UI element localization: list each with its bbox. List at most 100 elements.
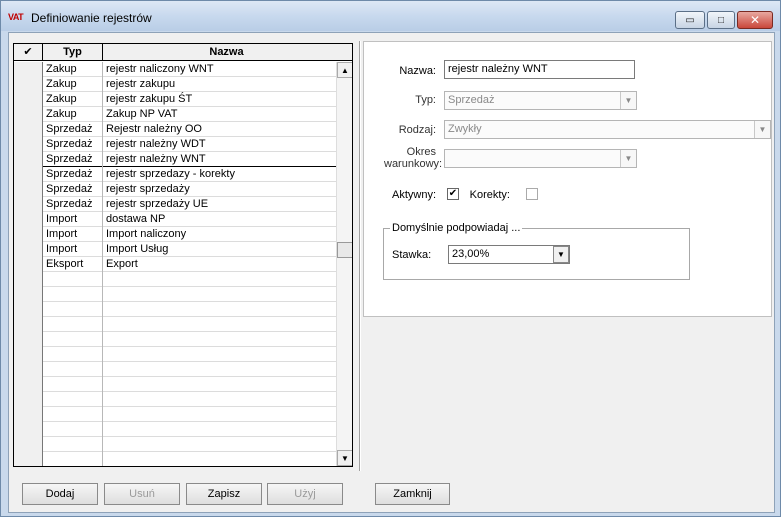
cell-typ: Sprzedaż — [43, 197, 103, 212]
cell-typ: Sprzedaż — [43, 182, 103, 197]
row-selector[interactable] — [14, 77, 43, 92]
table-row[interactable]: Zakup rejestr zakupu — [14, 77, 336, 92]
aktywny-label: Aktywny: — [391, 189, 436, 201]
empty-row — [14, 407, 336, 422]
empty-cell — [43, 452, 103, 466]
row-selector[interactable] — [14, 137, 43, 152]
cell-typ: Zakup — [43, 77, 103, 92]
chevron-down-icon: ▼ — [754, 121, 770, 138]
table-row[interactable]: Import Import naliczony — [14, 227, 336, 242]
empty-cell — [14, 422, 43, 437]
empty-cell — [43, 317, 103, 332]
cell-nazwa: Import naliczony — [106, 228, 187, 240]
empty-cell — [14, 377, 43, 392]
column-header-typ[interactable]: Typ — [43, 44, 103, 61]
table-row[interactable]: Import Import Usług — [14, 242, 336, 257]
typ-label: Typ: — [415, 94, 436, 106]
table-row[interactable]: Sprzedaż rejestr należny WNT — [14, 152, 336, 167]
dodaj-button[interactable]: Dodaj — [22, 483, 98, 505]
uzyj-button[interactable]: Użyj — [267, 483, 343, 505]
row-selector[interactable] — [14, 227, 43, 242]
scroll-up-button[interactable]: ▲ — [337, 62, 352, 78]
row-selector[interactable] — [14, 212, 43, 227]
cell-typ: Zakup — [43, 92, 103, 107]
table-row[interactable]: Zakup rejestr zakupu ŚT — [14, 92, 336, 107]
row-selector[interactable] — [14, 167, 43, 182]
defaults-group-title: Domyślnie podpowiadaj ... — [390, 222, 523, 234]
row-selector[interactable] — [14, 62, 43, 77]
empty-cell — [103, 377, 336, 392]
vertical-scrollbar[interactable]: ▲ ▼ — [336, 62, 352, 466]
cell-nazwa: Rejestr należny OO — [106, 123, 202, 135]
chevron-down-icon[interactable]: ▼ — [553, 246, 569, 263]
scroll-down-button[interactable]: ▼ — [337, 450, 352, 466]
splitter[interactable] — [359, 41, 361, 471]
row-selector[interactable] — [14, 107, 43, 122]
table-row[interactable]: Sprzedaż rejestr sprzedazy - korekty — [14, 167, 336, 182]
cell-nazwa: rejestr zakupu ŚT — [106, 93, 193, 105]
empty-cell — [14, 392, 43, 407]
row-selector[interactable] — [14, 257, 43, 272]
registers-grid[interactable]: ✔ Typ Nazwa Zakup rejestr naliczony WNT Za… — [13, 43, 353, 467]
check-icon[interactable]: ✔ — [14, 44, 43, 61]
close-window-button[interactable]: ✕ — [737, 11, 773, 29]
korekty-checkbox[interactable] — [526, 188, 538, 200]
aktywny-checkbox[interactable]: ✔ — [447, 188, 459, 200]
empty-cell — [43, 272, 103, 287]
table-row[interactable]: Sprzedaż rejestr sprzedaży — [14, 182, 336, 197]
scrollbar-thumb[interactable] — [337, 242, 352, 258]
cell-nazwa: dostawa NP — [106, 213, 166, 225]
title-bar[interactable]: VAT Definiowanie rejestrów ▭ □ ✕ — [1, 1, 780, 31]
row-selector[interactable] — [14, 92, 43, 107]
column-header-nazwa[interactable]: Nazwa — [103, 44, 350, 61]
empty-cell — [14, 332, 43, 347]
empty-cell — [103, 437, 336, 452]
empty-cell — [14, 407, 43, 422]
main-window: VAT Definiowanie rejestrów ▭ □ ✕ ✔ Typ N… — [0, 0, 781, 517]
cell-typ: Sprzedaż — [43, 137, 103, 152]
row-selector[interactable] — [14, 197, 43, 212]
maximize-button[interactable]: □ — [707, 11, 735, 29]
chevron-down-icon: ▼ — [620, 150, 636, 167]
grid-header: ✔ Typ Nazwa — [14, 44, 352, 61]
typ-value: Sprzedaż — [448, 94, 495, 106]
cell-typ: Sprzedaż — [43, 122, 103, 137]
minimize-button[interactable]: ▭ — [675, 11, 705, 29]
close-icon: ✕ — [749, 13, 761, 27]
zapisz-button[interactable]: Zapisz — [186, 483, 262, 505]
cell-typ: Import — [43, 212, 103, 227]
table-row[interactable]: Zakup rejestr naliczony WNT — [14, 62, 336, 77]
empty-cell — [14, 317, 43, 332]
row-selector[interactable] — [14, 242, 43, 257]
cell-nazwa: Zakup NP VAT — [106, 108, 178, 120]
empty-cell — [103, 362, 336, 377]
row-selector[interactable] — [14, 122, 43, 137]
table-row[interactable]: Sprzedaż rejestr sprzedaży UE — [14, 197, 336, 212]
table-row[interactable]: Sprzedaż rejestr należny WDT — [14, 137, 336, 152]
table-row[interactable]: Zakup Zakup NP VAT — [14, 107, 336, 122]
usun-button[interactable]: Usuń — [104, 483, 180, 505]
register-details-panel: Nazwa: rejestr należny WNT Typ: Sprzedaż… — [363, 41, 772, 317]
table-row[interactable]: Import dostawa NP — [14, 212, 336, 227]
empty-row — [14, 347, 336, 362]
row-selector[interactable] — [14, 182, 43, 197]
stawka-value: 23,00% — [452, 248, 490, 260]
empty-row — [14, 377, 336, 392]
empty-row — [14, 317, 336, 332]
row-selector[interactable] — [14, 152, 43, 167]
empty-row — [14, 272, 336, 287]
empty-row — [14, 392, 336, 407]
nazwa-input[interactable]: rejestr należny WNT — [444, 60, 635, 79]
cell-nazwa: Import Usług — [106, 243, 169, 255]
table-row[interactable]: Sprzedaż Rejestr należny OO — [14, 122, 336, 137]
empty-cell — [43, 302, 103, 317]
table-row[interactable]: Eksport Export — [14, 257, 336, 272]
cell-typ: Sprzedaż — [43, 167, 103, 182]
empty-cell — [43, 422, 103, 437]
arrow-up-icon: ▲ — [341, 65, 349, 75]
stawka-select[interactable]: 23,00% ▼ — [448, 245, 570, 264]
empty-row — [14, 422, 336, 437]
zamknij-button[interactable]: Zamknij — [375, 483, 450, 505]
empty-cell — [103, 407, 336, 422]
empty-row — [14, 332, 336, 347]
